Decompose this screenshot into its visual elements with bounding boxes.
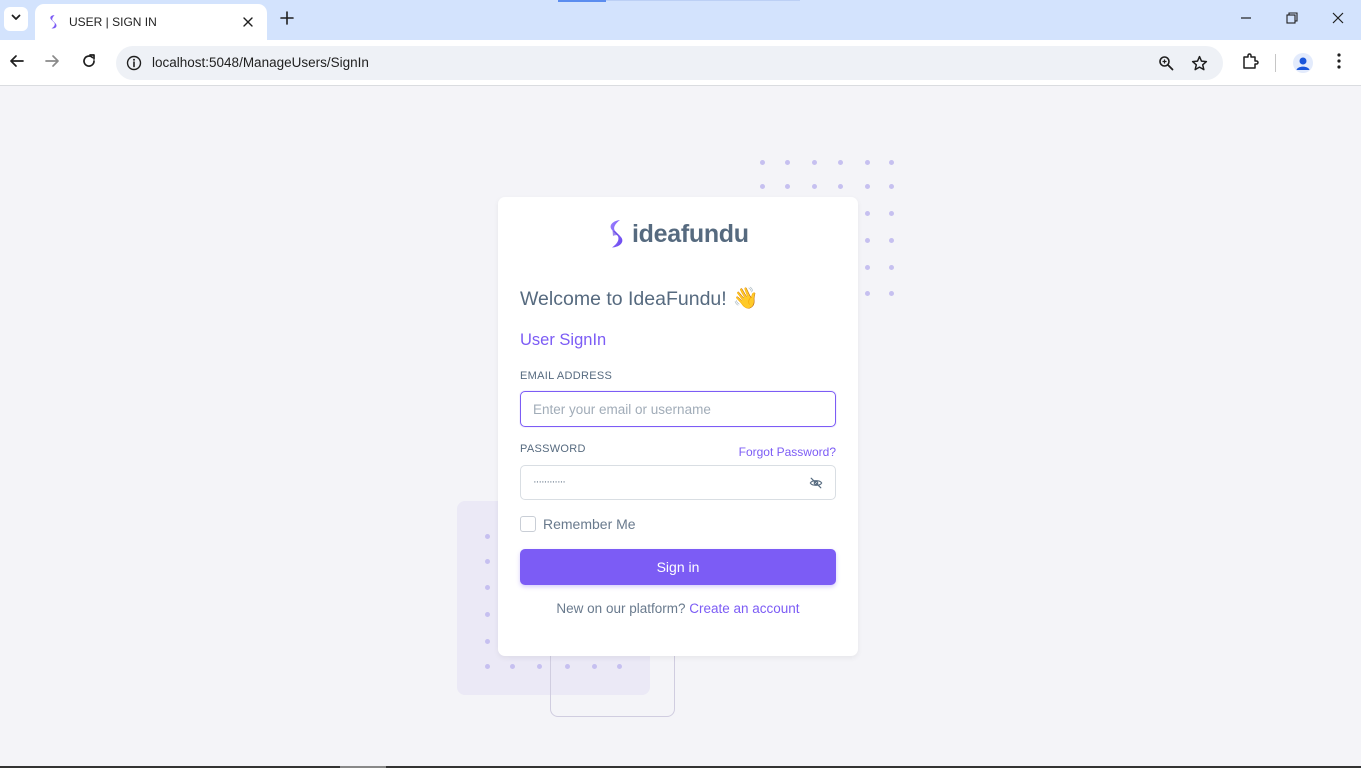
welcome-heading: Welcome to IdeaFundu! 👋	[520, 287, 759, 311]
password-input[interactable]: ············	[520, 465, 836, 500]
chevron-down-icon	[10, 10, 22, 28]
restore-icon	[1286, 11, 1298, 29]
browser-toolbar: localhost:5048/ManageUsers/SignIn	[0, 40, 1361, 86]
signup-prompt-row: New on our platform? Create an account	[498, 601, 858, 616]
back-button[interactable]	[3, 49, 31, 77]
address-bar[interactable]: localhost:5048/ManageUsers/SignIn	[116, 46, 1223, 80]
browser-tab-bar: USER | SIGN IN	[0, 0, 1361, 40]
person-icon	[1293, 53, 1313, 73]
minimize-button[interactable]	[1223, 0, 1269, 40]
welcome-text: Welcome to IdeaFundu!	[520, 287, 727, 310]
forward-button[interactable]	[38, 49, 66, 77]
star-icon[interactable]	[1187, 51, 1211, 75]
email-input[interactable]	[520, 391, 836, 427]
ideafundu-logo-icon	[604, 219, 626, 249]
remember-me-row[interactable]: Remember Me	[520, 516, 636, 532]
remember-me-label[interactable]: Remember Me	[543, 516, 636, 532]
plus-icon	[280, 10, 294, 30]
kebab-menu-icon	[1337, 52, 1341, 74]
info-icon[interactable]	[122, 51, 146, 75]
browser-tab-active[interactable]: USER | SIGN IN	[35, 4, 267, 40]
browser-menu-button[interactable]	[1325, 49, 1353, 77]
page-viewport: ideafundu Welcome to IdeaFundu! 👋 User S…	[0, 87, 1361, 768]
password-label: PASSWORD	[520, 443, 586, 455]
reload-button[interactable]	[75, 49, 103, 77]
extensions-button[interactable]	[1236, 49, 1264, 77]
puzzle-icon	[1241, 52, 1259, 75]
eye-off-icon[interactable]	[807, 474, 825, 492]
close-icon[interactable]	[239, 13, 257, 31]
tab-strip-indicator	[558, 0, 606, 2]
brand-logo[interactable]: ideafundu	[604, 219, 749, 249]
ideafundu-logo-icon	[45, 14, 61, 30]
arrow-left-icon	[9, 53, 25, 74]
new-tab-button[interactable]	[276, 9, 298, 31]
signin-card: ideafundu Welcome to IdeaFundu! 👋 User S…	[498, 197, 858, 656]
create-account-link[interactable]: Create an account	[689, 601, 799, 616]
remember-me-checkbox[interactable]	[520, 516, 536, 532]
sign-in-button[interactable]: Sign in	[520, 549, 836, 585]
minimize-icon	[1240, 11, 1252, 29]
waving-hand-emoji: 👋	[732, 287, 759, 310]
close-window-button[interactable]	[1315, 0, 1361, 40]
brand-name: ideafundu	[632, 219, 749, 248]
tab-strip-indicator-track	[606, 0, 800, 1]
signup-prompt-text: New on our platform?	[556, 601, 690, 616]
close-icon	[1332, 11, 1344, 29]
url-text[interactable]: localhost:5048/ManageUsers/SignIn	[152, 55, 369, 70]
password-value: ············	[533, 476, 566, 488]
email-label: EMAIL ADDRESS	[520, 370, 613, 382]
forgot-password-link[interactable]: Forgot Password?	[739, 445, 836, 459]
reload-icon	[81, 53, 97, 74]
signin-subtitle: User SignIn	[520, 331, 607, 349]
profile-button[interactable]	[1289, 49, 1317, 77]
restore-button[interactable]	[1269, 0, 1315, 40]
toolbar-divider	[1275, 54, 1276, 72]
tab-title: USER | SIGN IN	[69, 15, 157, 29]
zoom-icon[interactable]	[1154, 51, 1178, 75]
arrow-right-icon	[44, 53, 60, 74]
tab-search-button[interactable]	[4, 7, 28, 31]
